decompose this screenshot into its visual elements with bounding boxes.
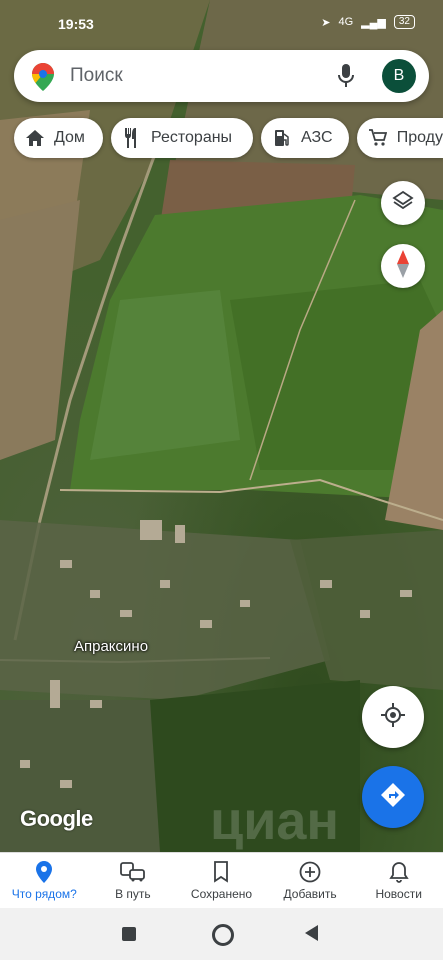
location-pin-icon bbox=[36, 861, 53, 883]
battery-level: 32 bbox=[393, 15, 415, 29]
restaurant-icon bbox=[121, 128, 143, 148]
nav-commute[interactable]: В путь bbox=[89, 853, 178, 909]
chip-home[interactable]: Дом bbox=[14, 118, 103, 158]
nav-saved[interactable]: Сохранено bbox=[177, 853, 266, 909]
google-maps-logo-icon bbox=[32, 63, 54, 96]
layers-button[interactable] bbox=[381, 181, 425, 225]
gas-station-icon bbox=[271, 129, 293, 147]
chip-label: Рестораны bbox=[151, 129, 233, 146]
home-button-icon[interactable] bbox=[212, 924, 234, 946]
compass-icon bbox=[396, 249, 410, 283]
status-time: 19:53 bbox=[58, 16, 94, 32]
google-attribution: Google bbox=[20, 806, 93, 831]
nav-label: Добавить bbox=[283, 887, 337, 901]
bell-icon bbox=[388, 862, 409, 883]
microphone-icon[interactable] bbox=[337, 64, 355, 93]
compass-button[interactable] bbox=[381, 244, 425, 288]
account-avatar[interactable]: B bbox=[382, 59, 416, 93]
recent-apps-icon[interactable] bbox=[122, 927, 136, 941]
add-circle-icon bbox=[299, 861, 321, 883]
layers-icon bbox=[392, 190, 414, 217]
chip-label: АЗС bbox=[301, 129, 333, 146]
nav-explore[interactable]: Что рядом? bbox=[0, 853, 89, 909]
watermark-text: циан bbox=[210, 791, 340, 851]
nav-label: Что рядом? bbox=[11, 887, 77, 901]
signal-icon: ▂▄▆ bbox=[361, 16, 386, 29]
bookmark-icon bbox=[214, 861, 229, 883]
place-label: Апраксино bbox=[74, 638, 149, 655]
status-icons: ➤ 4G ▂▄▆ 32 bbox=[321, 15, 415, 29]
chip-gas-stations[interactable]: АЗС bbox=[261, 118, 349, 158]
status-bar: 19:53 ➤ 4G ▂▄▆ 32 bbox=[0, 0, 443, 48]
location-arrow-icon: ➤ bbox=[321, 16, 331, 29]
chip-restaurants[interactable]: Рестораны bbox=[111, 118, 253, 158]
search-bar[interactable]: Поиск B bbox=[14, 50, 429, 102]
shopping-cart-icon bbox=[367, 129, 389, 147]
directions-icon bbox=[380, 782, 406, 813]
my-location-icon bbox=[380, 702, 406, 733]
nav-contribute[interactable]: Добавить bbox=[266, 853, 355, 909]
nav-label: В путь bbox=[115, 887, 151, 901]
chip-label: Проду bbox=[396, 129, 443, 146]
directions-button[interactable] bbox=[362, 766, 424, 828]
commute-icon bbox=[119, 862, 145, 882]
nav-label: Сохранено bbox=[190, 887, 253, 901]
search-input[interactable]: Поиск bbox=[70, 65, 123, 87]
system-navigation-bar bbox=[0, 908, 443, 960]
home-icon bbox=[24, 130, 46, 146]
network-type: 4G bbox=[338, 16, 354, 28]
nav-updates[interactable]: Новости bbox=[354, 853, 443, 909]
back-icon[interactable] bbox=[305, 925, 318, 941]
chip-label: Дом bbox=[54, 129, 85, 146]
bottom-navigation: Что рядом? В путь Сохранено Добавить Нов… bbox=[0, 852, 443, 909]
my-location-button[interactable] bbox=[362, 686, 424, 748]
chip-groceries[interactable]: Проду bbox=[357, 118, 443, 158]
nav-label: Новости bbox=[375, 887, 422, 901]
